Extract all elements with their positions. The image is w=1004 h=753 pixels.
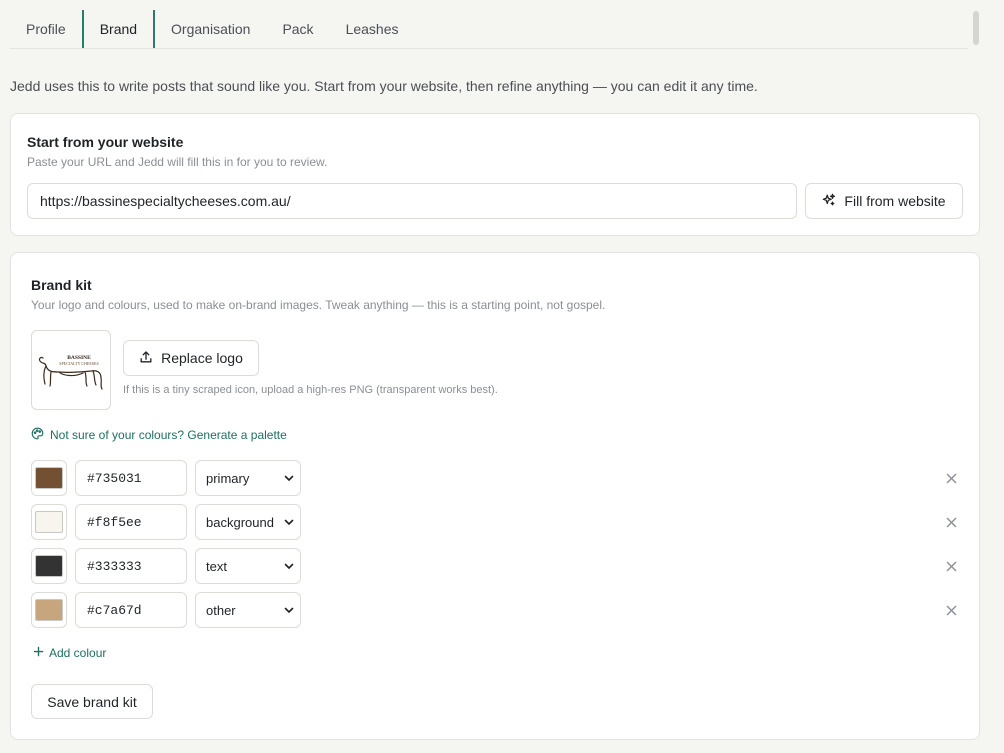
colour-role-value: text xyxy=(206,558,227,574)
tabs-scrollbar[interactable] xyxy=(973,11,979,45)
add-colour-button[interactable]: Add colour xyxy=(33,646,106,660)
chevron-down-icon xyxy=(284,603,294,618)
colour-hex-input[interactable] xyxy=(75,460,187,496)
brand-kit-card: Brand kit Your logo and colours, used to… xyxy=(10,252,980,740)
close-icon xyxy=(946,561,956,571)
colour-swatch-fill xyxy=(35,555,63,577)
colour-role-select[interactable]: primary xyxy=(195,460,301,496)
add-colour-label: Add colour xyxy=(49,646,107,660)
website-url-input[interactable] xyxy=(27,183,797,219)
colour-role-select[interactable]: other xyxy=(195,592,301,628)
fill-from-website-label: Fill from website xyxy=(844,193,946,209)
colour-role-select[interactable]: text xyxy=(195,548,301,584)
replace-logo-label: Replace logo xyxy=(161,350,243,366)
colour-hex-input[interactable] xyxy=(75,504,187,540)
upload-icon xyxy=(139,350,153,367)
colour-swatch-fill xyxy=(35,467,63,489)
colour-hex-input[interactable] xyxy=(75,592,187,628)
colour-swatch[interactable] xyxy=(31,504,67,540)
remove-colour-button[interactable] xyxy=(943,470,959,486)
generate-palette-label: Not sure of your colours? Generate a pal… xyxy=(50,428,287,442)
chevron-down-icon xyxy=(284,515,294,530)
website-card: Start from your website Paste your URL a… xyxy=(10,113,980,236)
brand-kit-subtitle: Your logo and colours, used to make on-b… xyxy=(31,298,606,312)
brand-settings-page: Profile Brand Organisation Pack Leashes … xyxy=(0,0,1004,753)
colour-row: background xyxy=(31,504,961,540)
brand-intro-text: Jedd uses this to write posts that sound… xyxy=(10,78,758,94)
logo-hint: If this is a tiny scraped icon, upload a… xyxy=(123,384,498,396)
remove-colour-button[interactable] xyxy=(943,514,959,530)
remove-colour-button[interactable] xyxy=(943,558,959,574)
palette-icon xyxy=(31,427,44,443)
colour-swatch[interactable] xyxy=(31,592,67,628)
colour-role-value: primary xyxy=(206,470,250,486)
settings-tabs: Profile Brand Organisation Pack Leashes xyxy=(10,10,968,49)
close-icon xyxy=(946,605,956,615)
colour-swatch-fill xyxy=(35,599,63,621)
tab-brand[interactable]: Brand xyxy=(81,10,156,48)
colour-role-select[interactable]: background xyxy=(195,504,301,540)
generate-palette-link[interactable]: Not sure of your colours? Generate a pal… xyxy=(31,427,287,443)
tab-leashes[interactable]: Leashes xyxy=(330,10,415,48)
save-brand-kit-button[interactable]: Save brand kit xyxy=(31,684,153,719)
website-card-title: Start from your website xyxy=(27,134,184,150)
colour-row: primary xyxy=(31,460,961,496)
colour-row: text xyxy=(31,548,961,584)
colour-role-value: other xyxy=(206,602,236,618)
plus-icon xyxy=(33,646,44,660)
brand-logo: BASSINE SPECIALTY CHEESES xyxy=(38,355,103,390)
tab-pack[interactable]: Pack xyxy=(266,10,329,48)
colour-swatch[interactable] xyxy=(31,548,67,584)
brand-kit-title: Brand kit xyxy=(31,277,92,293)
close-icon xyxy=(946,473,956,483)
remove-colour-button[interactable] xyxy=(943,602,959,618)
logo-preview: BASSINE SPECIALTY CHEESES xyxy=(31,330,111,410)
sparkles-icon xyxy=(822,193,836,210)
colour-row: other xyxy=(31,592,961,628)
tab-organisation[interactable]: Organisation xyxy=(155,10,266,48)
colour-hex-input[interactable] xyxy=(75,548,187,584)
chevron-down-icon xyxy=(284,471,294,486)
replace-logo-button[interactable]: Replace logo xyxy=(123,340,259,376)
colour-role-value: background xyxy=(206,514,274,530)
svg-text:SPECIALTY CHEESES: SPECIALTY CHEESES xyxy=(59,361,98,366)
colour-swatch[interactable] xyxy=(31,460,67,496)
tab-profile[interactable]: Profile xyxy=(10,10,82,48)
fill-from-website-button[interactable]: Fill from website xyxy=(805,183,963,219)
chevron-down-icon xyxy=(284,559,294,574)
colour-swatch-fill xyxy=(35,511,63,533)
close-icon xyxy=(946,517,956,527)
website-card-subtitle: Paste your URL and Jedd will fill this i… xyxy=(27,155,328,169)
